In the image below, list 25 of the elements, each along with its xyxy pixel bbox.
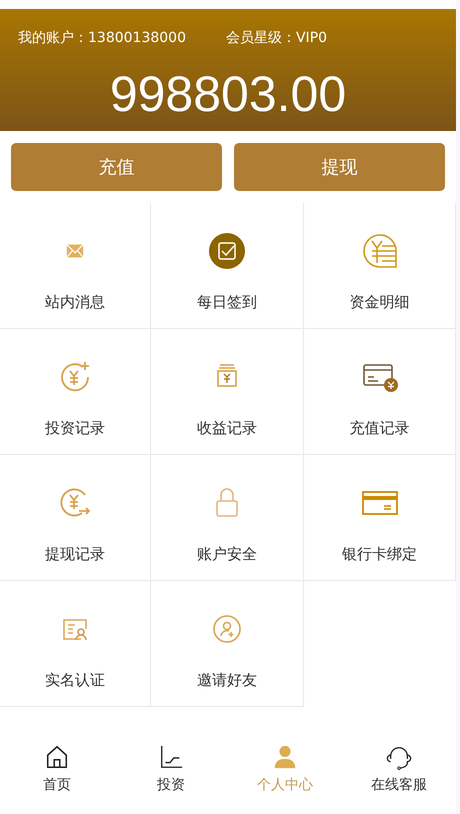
menu-item[interactable]: 实名认证: [0, 581, 151, 707]
tab-item[interactable]: 投资: [114, 744, 228, 806]
menu-item[interactable]: 每日签到: [151, 203, 304, 329]
menu-item[interactable]: 提现记录: [0, 455, 151, 581]
balance-amount: 998803.00: [108, 69, 348, 119]
home-icon: [44, 744, 70, 770]
user-icon: [272, 744, 298, 770]
menu-item[interactable]: 站内消息: [0, 203, 151, 329]
action-button[interactable]: 提现: [234, 143, 445, 191]
headset-icon: [386, 744, 412, 770]
menu-item[interactable]: 投资记录: [0, 329, 151, 455]
menu-item[interactable]: 资金明细: [304, 203, 456, 329]
envelope-icon: [66, 244, 84, 258]
tab-item[interactable]: 在线客服: [342, 744, 456, 806]
menu-item[interactable]: 邀请好友: [151, 581, 304, 707]
vip-label: 会员星级：VIP0: [226, 29, 328, 47]
action-button[interactable]: 充值: [11, 143, 222, 191]
menu-item[interactable]: 银行卡绑定: [304, 455, 456, 581]
chart-icon: [158, 744, 184, 770]
tab-item[interactable]: 首页: [0, 744, 114, 806]
menu-item[interactable]: 账户安全: [151, 455, 304, 581]
checkbox-icon: [207, 231, 247, 271]
account-label: 我的账户：13800138000: [18, 29, 186, 47]
menu-item[interactable]: 充值记录: [304, 329, 456, 455]
menu-item[interactable]: 收益记录: [151, 329, 304, 455]
